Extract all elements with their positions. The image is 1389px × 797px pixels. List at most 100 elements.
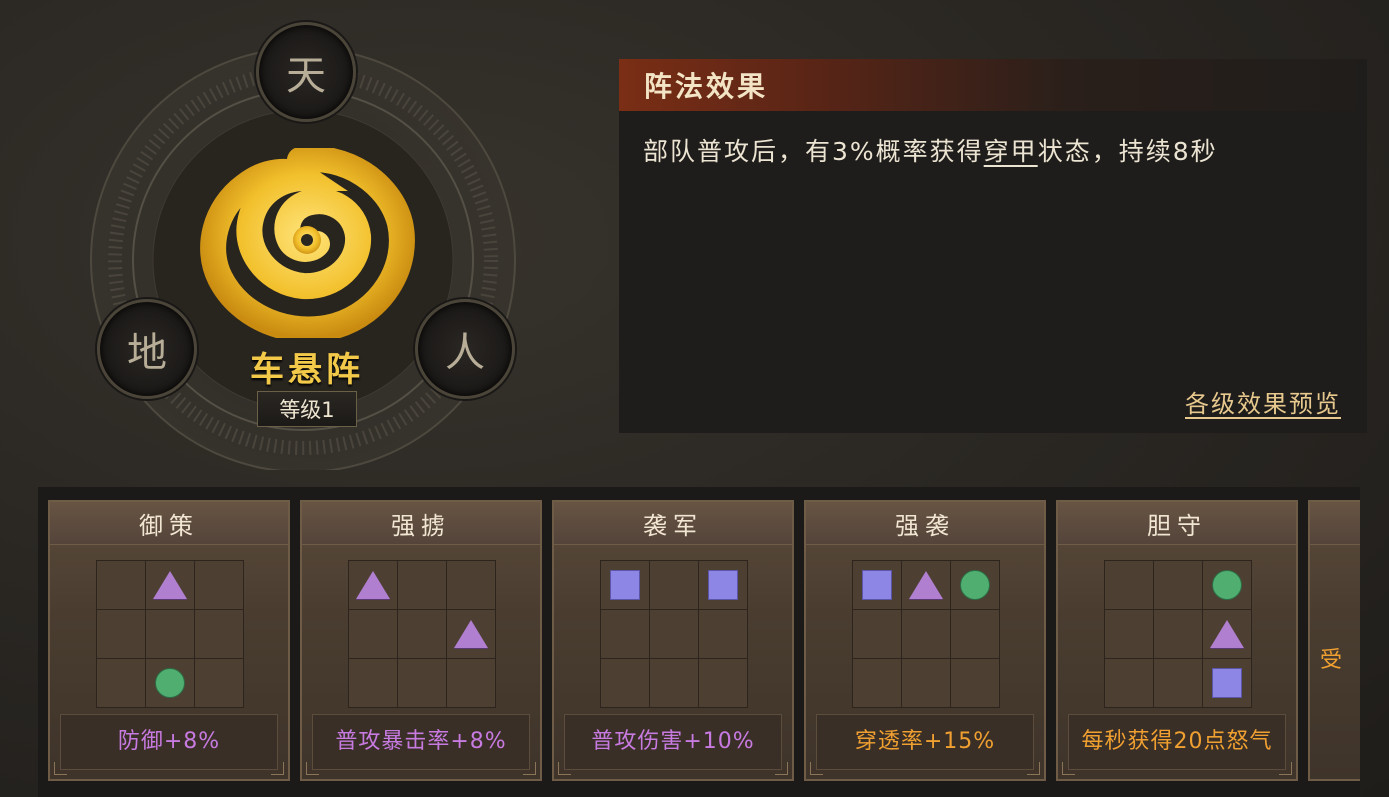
square-icon xyxy=(610,570,640,600)
grid-cell xyxy=(601,561,649,609)
level-badge: 等级1 xyxy=(257,391,357,427)
corner-ornament xyxy=(306,762,319,775)
grid-cell xyxy=(1154,659,1202,707)
grid-cell xyxy=(146,659,194,707)
grid-cell xyxy=(650,659,698,707)
corner-ornament xyxy=(271,762,284,775)
card-bonus: 普攻伤害+10% xyxy=(564,714,782,770)
node-right-ren[interactable]: 人 xyxy=(415,299,515,399)
grid-cell xyxy=(447,610,495,658)
corner-ornament xyxy=(54,762,67,775)
card-bonus-partial: 受 xyxy=(1320,648,1343,673)
grid-cell xyxy=(1105,659,1153,707)
grid-cell xyxy=(902,610,950,658)
card-title: 强袭 xyxy=(806,502,1044,545)
node-top-glyph: 天 xyxy=(286,53,326,99)
grid-cell xyxy=(146,561,194,609)
card-bonus: 穿透率+15% xyxy=(816,714,1034,770)
grid-cell xyxy=(195,659,243,707)
grid-cell xyxy=(902,659,950,707)
swirl-logo-icon xyxy=(195,146,415,343)
grid-cell xyxy=(1203,561,1251,609)
grid-cell xyxy=(398,610,446,658)
card-title: 袭军 xyxy=(554,502,792,545)
grid-cell xyxy=(97,610,145,658)
square-icon xyxy=(708,570,738,600)
grid-cell xyxy=(1105,610,1153,658)
node-left-di[interactable]: 地 xyxy=(97,299,197,399)
grid-cell xyxy=(398,659,446,707)
grid-cell xyxy=(951,610,999,658)
card-title: 御策 xyxy=(50,502,288,545)
level-preview-link[interactable]: 各级效果预览 xyxy=(1185,384,1341,419)
card-title xyxy=(1310,502,1360,545)
effect-keyword[interactable]: 穿甲 xyxy=(984,137,1038,166)
formation-card[interactable]: 强掳 普攻暴击率+8% xyxy=(300,500,542,781)
grid-cell xyxy=(853,610,901,658)
formation-card[interactable]: 御策 防御+8% xyxy=(48,500,290,781)
corner-ornament xyxy=(1027,762,1040,775)
grid-cell xyxy=(853,659,901,707)
circle-icon xyxy=(960,570,990,600)
triangle-icon xyxy=(153,571,187,599)
corner-ornament xyxy=(775,762,788,775)
grid-cell xyxy=(1105,561,1153,609)
node-right-glyph: 人 xyxy=(445,330,485,376)
formation-card[interactable]: 袭军 普攻伤害+10% xyxy=(552,500,794,781)
card-bonus: 普攻暴击率+8% xyxy=(312,714,530,770)
grid-cell xyxy=(195,610,243,658)
triangle-icon xyxy=(1210,620,1244,648)
grid-cell xyxy=(601,610,649,658)
card-grid xyxy=(852,560,1000,708)
grid-cell xyxy=(447,561,495,609)
effect-header: 阵法效果 xyxy=(619,59,1367,111)
grid-cell xyxy=(951,659,999,707)
grid-cell xyxy=(447,659,495,707)
grid-cell xyxy=(398,561,446,609)
triangle-icon xyxy=(909,571,943,599)
formation-card[interactable]: 强袭 穿透率+15% xyxy=(804,500,1046,781)
grid-cell xyxy=(699,610,747,658)
grid-cell xyxy=(902,561,950,609)
grid-cell xyxy=(650,561,698,609)
corner-ornament xyxy=(1062,762,1075,775)
grid-cell xyxy=(1203,659,1251,707)
effect-panel: 阵法效果 部队普攻后，有3%概率获得穿甲状态，持续8秒 各级效果预览 xyxy=(619,59,1367,433)
corner-ornament xyxy=(558,762,571,775)
card-grid xyxy=(600,560,748,708)
grid-cell xyxy=(699,561,747,609)
formation-card-partial[interactable]: 受 xyxy=(1308,500,1360,781)
grid-cell xyxy=(1154,610,1202,658)
effect-text-after: 状态，持续8秒 xyxy=(1037,137,1218,166)
grid-cell xyxy=(601,659,649,707)
grid-cell xyxy=(97,561,145,609)
node-top-tian[interactable]: 天 xyxy=(256,22,356,122)
card-bonus: 防御+8% xyxy=(60,714,278,770)
formation-name: 车悬阵 xyxy=(250,350,364,390)
card-grid xyxy=(1104,560,1252,708)
card-grid xyxy=(348,560,496,708)
circle-icon xyxy=(155,668,185,698)
square-icon xyxy=(862,570,892,600)
card-strip: 御策 防御+8% 强掳 普攻暴击率+8% 袭军 普攻伤害+10% 强袭 穿透率+… xyxy=(38,487,1360,797)
corner-ornament xyxy=(523,762,536,775)
grid-cell xyxy=(146,610,194,658)
grid-cell xyxy=(951,561,999,609)
triangle-icon xyxy=(454,620,488,648)
corner-ornament xyxy=(1279,762,1292,775)
grid-cell xyxy=(349,610,397,658)
circle-icon xyxy=(1212,570,1242,600)
formation-card[interactable]: 胆守 每秒获得20点怒气 xyxy=(1056,500,1298,781)
corner-ornament xyxy=(810,762,823,775)
card-bonus: 每秒获得20点怒气 xyxy=(1068,714,1286,770)
grid-cell xyxy=(853,561,901,609)
effect-text-before: 部队普攻后，有3%概率获得 xyxy=(643,137,984,166)
grid-cell xyxy=(97,659,145,707)
square-icon xyxy=(1212,668,1242,698)
card-grid xyxy=(96,560,244,708)
grid-cell xyxy=(349,659,397,707)
grid-cell xyxy=(699,659,747,707)
grid-cell xyxy=(650,610,698,658)
grid-cell xyxy=(1154,561,1202,609)
effect-description: 部队普攻后，有3%概率获得穿甲状态，持续8秒 xyxy=(643,133,1343,171)
